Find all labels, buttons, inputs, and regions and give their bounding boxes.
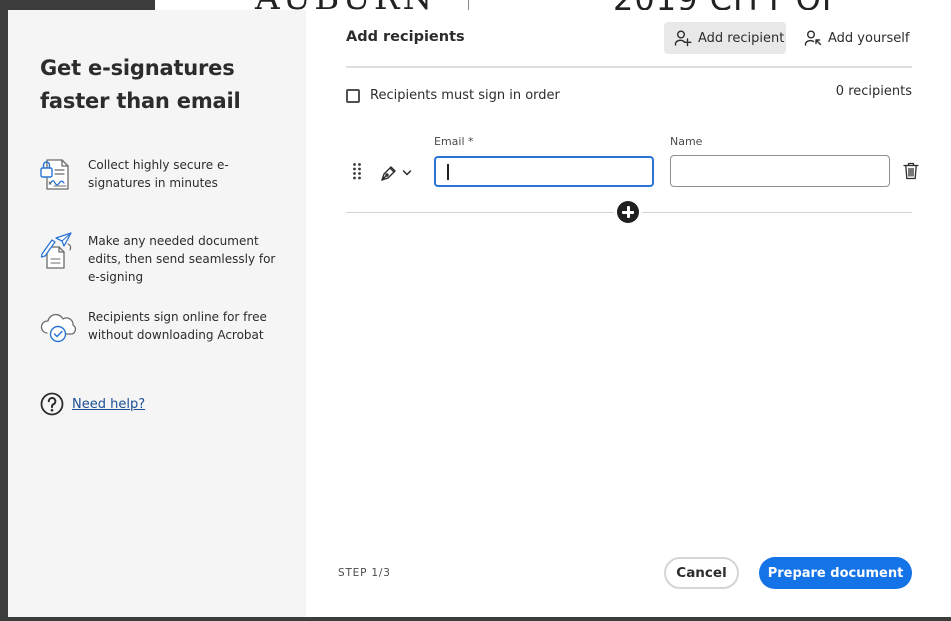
secure-document-icon [40, 159, 69, 190]
add-recipient-button[interactable]: Add recipient [664, 22, 786, 54]
add-row-plus-icon[interactable] [617, 201, 639, 223]
add-yourself-label: Add yourself [828, 30, 910, 46]
user-arrow-icon [804, 30, 822, 46]
name-input[interactable] [670, 155, 890, 187]
sign-in-order-checkbox[interactable] [346, 88, 360, 103]
feature-text: Recipients sign online for free without … [88, 310, 267, 342]
step-indicator: STEP 1/3 [338, 567, 391, 579]
feature-edit-send: Make any needed document edits, then sen… [38, 232, 298, 284]
add-person-icon [674, 30, 692, 47]
feature-sign-free: Recipients sign online for free without … [38, 308, 298, 348]
sign-in-order-label[interactable]: Recipients must sign in order [370, 88, 560, 103]
add-recipients-dialog: Get e-signatures faster than email Colle… [8, 10, 951, 617]
edit-send-icon [40, 232, 72, 269]
name-label: Name [670, 135, 703, 148]
trash-icon[interactable] [903, 162, 919, 180]
header-divider [346, 66, 912, 68]
cancel-button[interactable]: Cancel [664, 557, 739, 589]
email-label: Email * [434, 135, 474, 148]
need-help-link[interactable]: Need help? [72, 397, 145, 412]
help-row: Need help? [40, 391, 145, 417]
feature-secure-signatures: Collect highly secure e-signatures in mi… [38, 156, 298, 196]
chevron-down-icon [402, 170, 412, 176]
feature-text: Make any needed document edits, then sen… [88, 234, 276, 284]
recipient-count: 0 recipients [835, 84, 912, 99]
help-icon[interactable] [40, 392, 64, 416]
add-recipient-label: Add recipient [698, 30, 785, 46]
text-caret [447, 164, 449, 180]
pen-icon [381, 166, 396, 181]
feature-text: Collect highly secure e-signatures in mi… [88, 158, 229, 190]
info-title: Get e-signatures faster than email [40, 56, 241, 113]
sign-in-order-row: Recipients must sign in order [346, 88, 560, 103]
recipients-panel: Add recipients Add recipient Add yoursel… [306, 10, 951, 617]
role-picker[interactable] [380, 163, 416, 183]
prepare-document-button[interactable]: Prepare document [759, 557, 912, 589]
info-panel: Get e-signatures faster than email Colle… [8, 10, 306, 617]
cloud-check-icon [40, 313, 77, 343]
add-yourself-button[interactable]: Add yourself [798, 22, 910, 54]
drag-handle-icon[interactable] [352, 162, 362, 180]
page-title: Add recipients [346, 29, 465, 45]
email-input[interactable] [434, 156, 654, 187]
